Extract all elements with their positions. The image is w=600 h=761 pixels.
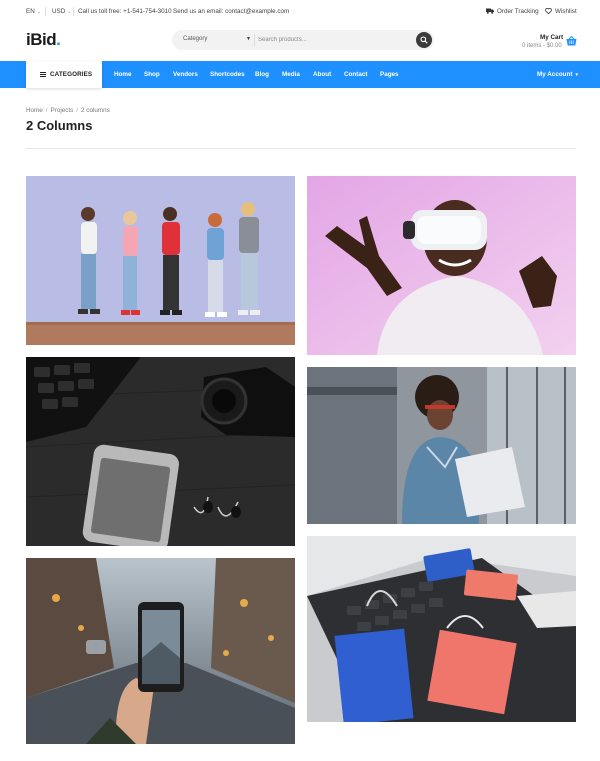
project-image xyxy=(26,357,295,546)
nav-item-about[interactable]: About xyxy=(313,71,331,78)
my-account-menu[interactable]: My Account ▼ xyxy=(537,71,579,78)
breadcrumb-separator: / xyxy=(45,107,48,114)
basket-icon[interactable] xyxy=(566,36,577,46)
cart-summary: 0 items - $0.00 xyxy=(522,43,562,49)
divider xyxy=(254,34,255,46)
gallery-tile-shopping-bags[interactable] xyxy=(307,536,576,722)
project-image xyxy=(307,176,576,355)
search-icon xyxy=(420,36,428,44)
project-image xyxy=(307,536,576,722)
main-nav: CATEGORIES Home Shop Vendors Shortcodes … xyxy=(0,61,600,88)
language-selector[interactable]: EN ⌄ xyxy=(26,8,41,15)
breadcrumb-current: 2 columns xyxy=(81,107,110,114)
email-text: Send us an email: contact@example.com xyxy=(173,8,290,15)
project-image xyxy=(26,558,295,744)
divider xyxy=(73,7,74,16)
caret-down-icon[interactable]: ▼ xyxy=(246,36,251,42)
project-image xyxy=(26,176,295,345)
currency-label: USD xyxy=(52,8,66,15)
breadcrumb-projects[interactable]: Projects xyxy=(51,107,74,114)
nav-item-vendors[interactable]: Vendors xyxy=(173,71,198,78)
logo-text: iBid xyxy=(26,30,57,49)
breadcrumb-separator: / xyxy=(76,107,79,114)
phone-text: Call us toll free: +1-541-754-3010 xyxy=(78,8,172,15)
gallery-tile-phone-camera[interactable] xyxy=(26,357,295,546)
chevron-down-icon: ⌄ xyxy=(36,9,41,15)
currency-selector[interactable]: USD ⌄ xyxy=(52,8,72,15)
gallery-tile-vr-headset[interactable] xyxy=(307,176,576,355)
search-category-select[interactable]: Category xyxy=(183,36,207,42)
language-label: EN xyxy=(26,8,35,15)
menu-icon xyxy=(40,72,46,77)
nav-item-pages[interactable]: Pages xyxy=(380,71,399,78)
chevron-down-icon: ▼ xyxy=(574,72,579,77)
logo[interactable]: iBid. xyxy=(26,30,61,50)
breadcrumb: Home / Projects/2 columns xyxy=(26,107,110,114)
nav-item-home[interactable]: Home xyxy=(114,71,132,78)
order-tracking-label: Order Tracking xyxy=(497,8,539,15)
nav-item-shop[interactable]: Shop xyxy=(144,71,160,78)
title-divider xyxy=(26,148,576,149)
cart-title[interactable]: My Cart xyxy=(540,34,563,41)
logo-dot: . xyxy=(56,30,61,49)
gallery-tile-people-phones[interactable] xyxy=(26,176,295,345)
heart-icon xyxy=(545,8,552,15)
top-bar: EN ⌄ USD ⌄ Call us toll free: +1-541-754-3… xyxy=(0,0,600,23)
nav-item-blog[interactable]: Blog xyxy=(255,71,269,78)
truck-icon xyxy=(486,8,494,14)
nav-item-media[interactable]: Media xyxy=(282,71,300,78)
wishlist-link[interactable]: Wishlist xyxy=(545,8,577,15)
search-input[interactable] xyxy=(258,33,408,47)
breadcrumb-home[interactable]: Home xyxy=(26,107,43,114)
page-title: 2 Columns xyxy=(26,118,93,133)
nav-item-contact[interactable]: Contact xyxy=(344,71,367,78)
divider xyxy=(45,7,46,16)
chevron-down-icon: ⌄ xyxy=(67,9,72,15)
search-bar: Category ▼ xyxy=(172,30,434,50)
search-button[interactable] xyxy=(416,32,432,48)
categories-label: CATEGORIES xyxy=(50,71,93,78)
gallery-tile-phone-street[interactable] xyxy=(26,558,295,744)
categories-button[interactable]: CATEGORIES xyxy=(26,61,102,88)
gallery-tile-woman-laptop[interactable] xyxy=(307,367,576,524)
project-image xyxy=(307,367,576,524)
nav-item-shortcodes[interactable]: Shortcodes xyxy=(210,71,245,78)
wishlist-label: Wishlist xyxy=(555,8,577,15)
my-account-label: My Account xyxy=(537,71,573,78)
order-tracking-link[interactable]: Order Tracking xyxy=(486,8,539,15)
